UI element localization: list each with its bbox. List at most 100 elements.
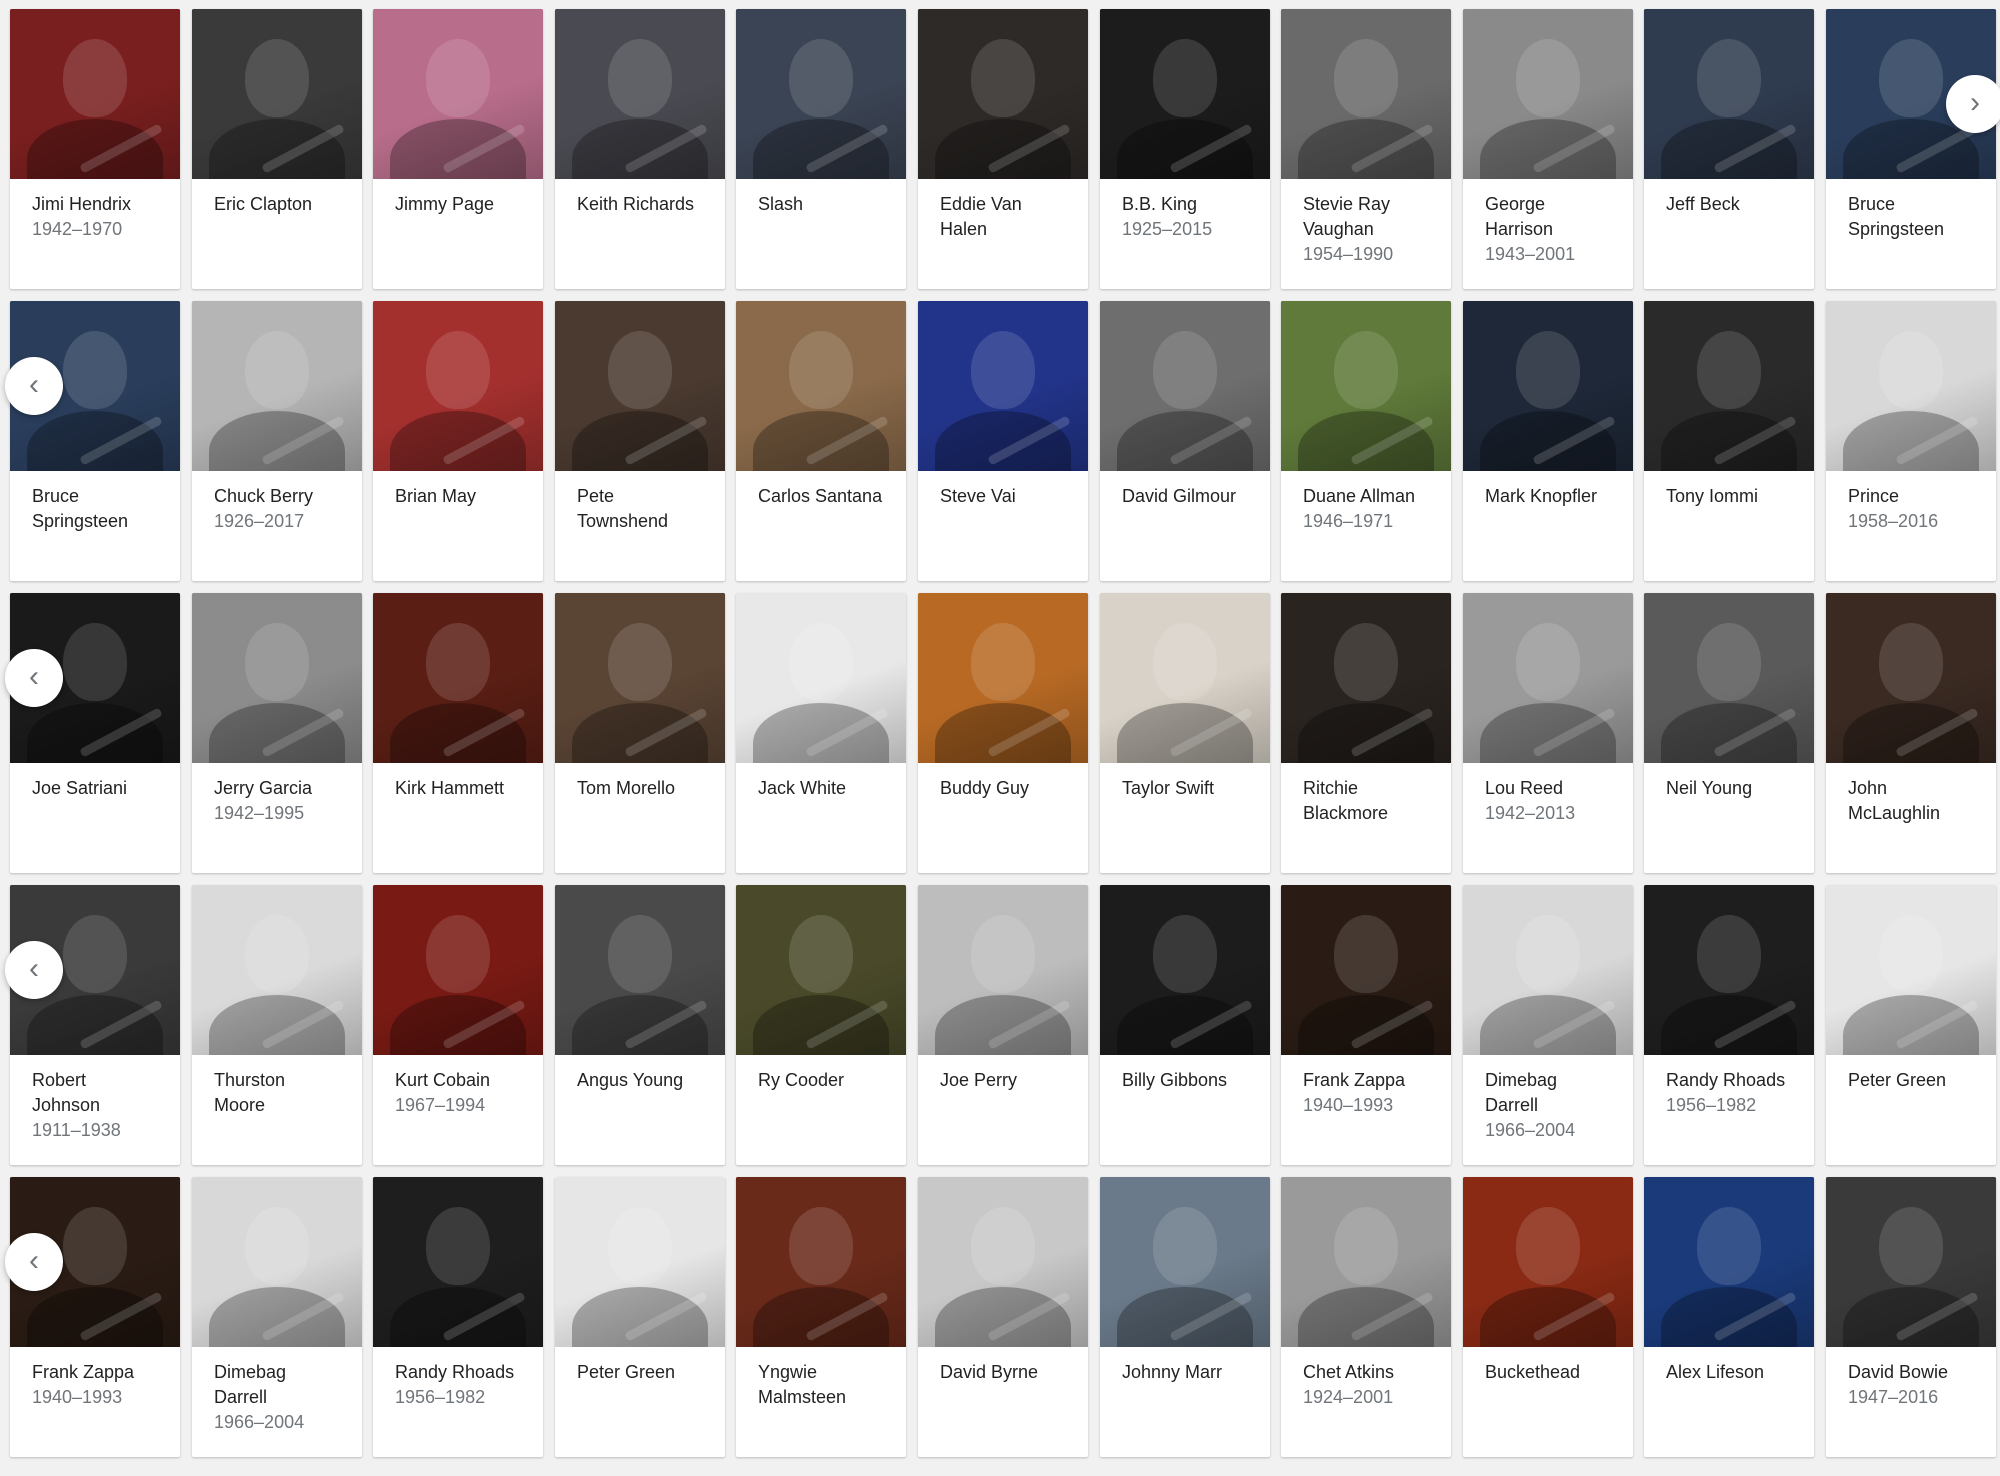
carousel-prev-button[interactable]: ‹ bbox=[5, 941, 63, 999]
artist-card-joe-satriani[interactable]: Joe Satriani bbox=[10, 593, 180, 873]
artist-card-slash[interactable]: Slash bbox=[736, 9, 906, 289]
artist-photo[interactable] bbox=[736, 1177, 906, 1347]
artist-card-bruce-springsteen[interactable]: Bruce Springsteen bbox=[1826, 9, 1996, 289]
artist-photo[interactable] bbox=[555, 301, 725, 471]
artist-photo[interactable] bbox=[918, 301, 1088, 471]
artist-card-neil-young[interactable]: Neil Young bbox=[1644, 593, 1814, 873]
artist-photo[interactable] bbox=[1463, 301, 1633, 471]
artist-photo[interactable] bbox=[736, 301, 906, 471]
artist-photo[interactable] bbox=[1463, 593, 1633, 763]
artist-card-dimebag-darrell[interactable]: Dimebag Darrell 1966–2004 bbox=[1463, 885, 1633, 1165]
artist-card-carlos-santana[interactable]: Carlos Santana bbox=[736, 301, 906, 581]
artist-photo[interactable] bbox=[736, 885, 906, 1055]
artist-photo[interactable] bbox=[192, 301, 362, 471]
artist-card-george-harrison[interactable]: George Harrison 1943–2001 bbox=[1463, 9, 1633, 289]
artist-card-randy-rhoads[interactable]: Randy Rhoads 1956–1982 bbox=[373, 1177, 543, 1457]
artist-card-angus-young[interactable]: Angus Young bbox=[555, 885, 725, 1165]
artist-photo[interactable] bbox=[1281, 593, 1451, 763]
artist-card-tony-iommi[interactable]: Tony Iommi bbox=[1644, 301, 1814, 581]
artist-card-frank-zappa[interactable]: Frank Zappa 1940–1993 bbox=[1281, 885, 1451, 1165]
artist-card-david-byrne[interactable]: David Byrne bbox=[918, 1177, 1088, 1457]
artist-photo[interactable] bbox=[192, 885, 362, 1055]
artist-card-kurt-cobain[interactable]: Kurt Cobain 1967–1994 bbox=[373, 885, 543, 1165]
artist-photo[interactable] bbox=[736, 593, 906, 763]
carousel-prev-button[interactable]: ‹ bbox=[5, 357, 63, 415]
artist-photo[interactable] bbox=[373, 9, 543, 179]
artist-card-lou-reed[interactable]: Lou Reed 1942–2013 bbox=[1463, 593, 1633, 873]
artist-photo[interactable] bbox=[1826, 301, 1996, 471]
artist-card-chuck-berry[interactable]: Chuck Berry 1926–2017 bbox=[192, 301, 362, 581]
artist-card-jimmy-page[interactable]: Jimmy Page bbox=[373, 9, 543, 289]
artist-card-steve-vai[interactable]: Steve Vai bbox=[918, 301, 1088, 581]
artist-card-keith-richards[interactable]: Keith Richards bbox=[555, 9, 725, 289]
carousel-prev-button[interactable]: ‹ bbox=[5, 649, 63, 707]
artist-card-mark-knopfler[interactable]: Mark Knopfler bbox=[1463, 301, 1633, 581]
artist-photo[interactable] bbox=[555, 1177, 725, 1347]
artist-photo[interactable] bbox=[1644, 1177, 1814, 1347]
artist-photo[interactable] bbox=[1100, 301, 1270, 471]
artist-card-ry-cooder[interactable]: Ry Cooder bbox=[736, 885, 906, 1165]
artist-card-jack-white[interactable]: Jack White bbox=[736, 593, 906, 873]
artist-photo[interactable] bbox=[1644, 885, 1814, 1055]
artist-card-johnny-marr[interactable]: Johnny Marr bbox=[1100, 1177, 1270, 1457]
artist-card-duane-allman[interactable]: Duane Allman 1946–1971 bbox=[1281, 301, 1451, 581]
artist-card-jimi-hendrix[interactable]: Jimi Hendrix 1942–1970 bbox=[10, 9, 180, 289]
artist-photo[interactable] bbox=[918, 9, 1088, 179]
artist-photo[interactable] bbox=[373, 301, 543, 471]
artist-card-eric-clapton[interactable]: Eric Clapton bbox=[192, 9, 362, 289]
artist-photo[interactable] bbox=[918, 1177, 1088, 1347]
artist-photo[interactable] bbox=[1281, 1177, 1451, 1347]
artist-photo[interactable] bbox=[1644, 301, 1814, 471]
artist-card-dimebag-darrell[interactable]: Dimebag Darrell 1966–2004 bbox=[192, 1177, 362, 1457]
artist-photo[interactable] bbox=[555, 9, 725, 179]
artist-photo[interactable] bbox=[1826, 593, 1996, 763]
artist-card-brian-may[interactable]: Brian May bbox=[373, 301, 543, 581]
artist-card-buckethead[interactable]: Buckethead bbox=[1463, 1177, 1633, 1457]
artist-photo[interactable] bbox=[373, 885, 543, 1055]
artist-card-john-mclaughlin[interactable]: John McLaughlin bbox=[1826, 593, 1996, 873]
carousel-prev-button[interactable]: ‹ bbox=[5, 1233, 63, 1291]
artist-card-jeff-beck[interactable]: Jeff Beck bbox=[1644, 9, 1814, 289]
artist-photo[interactable] bbox=[555, 885, 725, 1055]
artist-photo[interactable] bbox=[373, 593, 543, 763]
artist-card-billy-gibbons[interactable]: Billy Gibbons bbox=[1100, 885, 1270, 1165]
artist-photo[interactable] bbox=[1463, 1177, 1633, 1347]
artist-photo[interactable] bbox=[918, 885, 1088, 1055]
artist-card-randy-rhoads[interactable]: Randy Rhoads 1956–1982 bbox=[1644, 885, 1814, 1165]
artist-photo[interactable] bbox=[373, 1177, 543, 1347]
artist-card-robert-johnson[interactable]: Robert Johnson 1911–1938 bbox=[10, 885, 180, 1165]
artist-photo[interactable] bbox=[1644, 9, 1814, 179]
artist-photo[interactable] bbox=[736, 9, 906, 179]
artist-photo[interactable] bbox=[1100, 593, 1270, 763]
artist-card-peter-green[interactable]: Peter Green bbox=[555, 1177, 725, 1457]
artist-photo[interactable] bbox=[1826, 885, 1996, 1055]
artist-card-pete-townshend[interactable]: Pete Townshend bbox=[555, 301, 725, 581]
artist-card-alex-lifeson[interactable]: Alex Lifeson bbox=[1644, 1177, 1814, 1457]
artist-photo[interactable] bbox=[192, 1177, 362, 1347]
artist-photo[interactable] bbox=[1281, 885, 1451, 1055]
artist-card-b-b-king[interactable]: B.B. King 1925–2015 bbox=[1100, 9, 1270, 289]
artist-card-ritchie-blackmore[interactable]: Ritchie Blackmore bbox=[1281, 593, 1451, 873]
artist-photo[interactable] bbox=[192, 9, 362, 179]
artist-photo[interactable] bbox=[10, 9, 180, 179]
artist-card-tom-morello[interactable]: Tom Morello bbox=[555, 593, 725, 873]
artist-photo[interactable] bbox=[1644, 593, 1814, 763]
artist-card-taylor-swift[interactable]: Taylor Swift bbox=[1100, 593, 1270, 873]
artist-card-bruce-springsteen[interactable]: Bruce Springsteen bbox=[10, 301, 180, 581]
artist-photo[interactable] bbox=[1463, 9, 1633, 179]
artist-card-joe-perry[interactable]: Joe Perry bbox=[918, 885, 1088, 1165]
artist-photo[interactable] bbox=[1100, 885, 1270, 1055]
artist-photo[interactable] bbox=[1100, 1177, 1270, 1347]
artist-card-david-bowie[interactable]: David Bowie 1947–2016 bbox=[1826, 1177, 1996, 1457]
artist-card-buddy-guy[interactable]: Buddy Guy bbox=[918, 593, 1088, 873]
artist-card-peter-green[interactable]: Peter Green bbox=[1826, 885, 1996, 1165]
artist-photo[interactable] bbox=[192, 593, 362, 763]
artist-photo[interactable] bbox=[1826, 1177, 1996, 1347]
artist-photo[interactable] bbox=[555, 593, 725, 763]
artist-card-kirk-hammett[interactable]: Kirk Hammett bbox=[373, 593, 543, 873]
artist-photo[interactable] bbox=[1281, 301, 1451, 471]
artist-card-stevie-ray-vaughan[interactable]: Stevie Ray Vaughan 1954–1990 bbox=[1281, 9, 1451, 289]
artist-card-david-gilmour[interactable]: David Gilmour bbox=[1100, 301, 1270, 581]
artist-card-yngwie-malmsteen[interactable]: Yngwie Malmsteen bbox=[736, 1177, 906, 1457]
artist-card-frank-zappa[interactable]: Frank Zappa 1940–1993 bbox=[10, 1177, 180, 1457]
